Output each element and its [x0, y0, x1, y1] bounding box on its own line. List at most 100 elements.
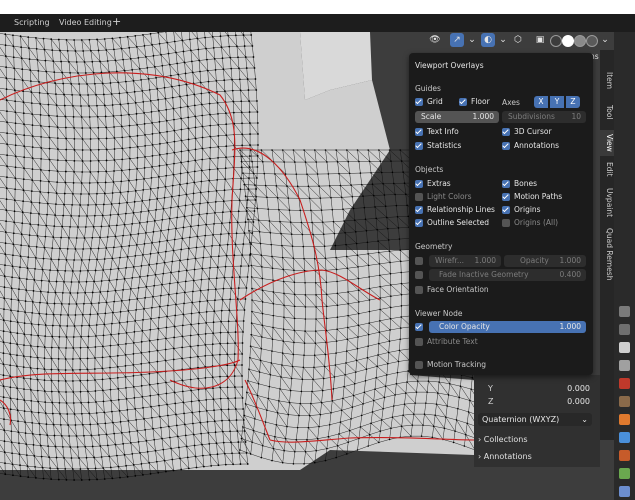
- objects-heading: Objects: [415, 165, 444, 174]
- tab-uvpaint[interactable]: Uvpaint: [600, 184, 614, 222]
- tab-edit[interactable]: Edit: [600, 158, 614, 180]
- origins-all-checkbox[interactable]: Origins (All): [502, 217, 558, 229]
- chevron-down-icon: ⌄: [581, 415, 588, 424]
- rendered-shading-icon[interactable]: [586, 35, 598, 47]
- object-properties-icon[interactable]: [619, 414, 630, 425]
- chevron-down-icon[interactable]: ⌄: [465, 33, 479, 47]
- view-layer-properties-icon[interactable]: [619, 360, 630, 371]
- subdivisions-value: 10: [571, 112, 581, 121]
- fade-inactive-label: Fade Inactive Geometry: [439, 270, 529, 279]
- add-workspace-button[interactable]: +: [112, 15, 121, 29]
- scene-properties-icon[interactable]: [619, 378, 630, 389]
- grid-checkbox[interactable]: Grid: [415, 96, 443, 108]
- properties-tab-strip: [614, 32, 635, 500]
- modifier-properties-icon[interactable]: [619, 432, 630, 443]
- rotation-y-row[interactable]: Y 0.000: [480, 383, 594, 395]
- annotations-overlay-label: Annotations: [514, 141, 560, 150]
- light-colors-checkbox[interactable]: Light Colors: [415, 191, 472, 203]
- text-info-checkbox[interactable]: Text Info: [415, 126, 459, 138]
- attribute-text-label: Attribute Text: [427, 337, 478, 346]
- viewport-overlays-popover: Viewport Overlays Guides Grid Floor Axes…: [409, 53, 593, 375]
- tab-quad-remesh[interactable]: Quad Remesh: [600, 226, 614, 282]
- rotation-mode-select[interactable]: Quaternion (WXYZ) ⌄: [478, 413, 592, 426]
- annotations-checkbox[interactable]: Annotations: [502, 140, 559, 152]
- color-opacity-checkbox[interactable]: [415, 321, 427, 333]
- material-properties-icon[interactable]: [619, 486, 630, 497]
- tab-tool[interactable]: Tool: [600, 100, 614, 124]
- gizmo-toggle-icon[interactable]: ↗: [450, 33, 464, 47]
- fade-inactive-checkbox[interactable]: [415, 269, 427, 281]
- tab-view[interactable]: View: [600, 130, 614, 156]
- overlays-toggle-icon[interactable]: ◐: [481, 33, 495, 47]
- outline-selected-label: Outline Selected: [427, 218, 490, 227]
- axis-z-toggle[interactable]: Z: [566, 96, 580, 108]
- motion-paths-label: Motion Paths: [514, 192, 563, 201]
- tab-video-editing[interactable]: Video Editing: [53, 16, 118, 30]
- axes-label: Axes: [502, 98, 520, 107]
- workspace-tab-bar: Scripting Video Editing +: [0, 14, 635, 32]
- tab-item[interactable]: Item: [600, 68, 614, 94]
- face-orientation-checkbox[interactable]: Face Orientation: [415, 284, 489, 296]
- z-label: Z: [488, 397, 494, 406]
- data-properties-icon[interactable]: [619, 468, 630, 479]
- relationship-lines-checkbox[interactable]: Relationship Lines: [415, 204, 495, 216]
- axis-y-toggle[interactable]: Y: [550, 96, 564, 108]
- material-preview-shading-icon[interactable]: [574, 35, 586, 47]
- extras-checkbox[interactable]: Extras: [415, 178, 451, 190]
- origins-checkbox[interactable]: Origins: [502, 204, 541, 216]
- motion-tracking-label: Motion Tracking: [427, 360, 487, 369]
- rotation-z-row[interactable]: Z 0.000: [480, 396, 594, 408]
- fade-inactive-value: 0.400: [559, 270, 581, 279]
- mesh-edit-overlays-icon[interactable]: ⬡: [511, 33, 525, 47]
- motion-tracking-checkbox[interactable]: Motion Tracking: [415, 359, 486, 371]
- floor-checkbox[interactable]: Floor: [459, 96, 490, 108]
- guides-heading: Guides: [415, 84, 441, 93]
- outline-selected-checkbox[interactable]: Outline Selected: [415, 217, 489, 229]
- axis-x-toggle[interactable]: X: [534, 96, 548, 108]
- color-opacity-field[interactable]: Color Opacity 1.000: [429, 321, 586, 333]
- wireframe-threshold-field[interactable]: Wirefr... 1.000: [429, 255, 501, 267]
- wireframe-checkbox[interactable]: [415, 255, 427, 267]
- physics-properties-icon[interactable]: [619, 450, 630, 461]
- annotations-panel-header[interactable]: › Annotations: [478, 450, 532, 464]
- grid-subdivisions-field[interactable]: Subdivisions 10: [502, 111, 586, 123]
- 3d-cursor-label: 3D Cursor: [514, 127, 552, 136]
- wireframe-label: Wirefr...: [435, 256, 465, 265]
- tab-scripting[interactable]: Scripting: [8, 16, 56, 30]
- scale-label: Scale: [421, 112, 442, 121]
- wireframe-value: 1.000: [474, 256, 496, 265]
- wireframe-opacity-field[interactable]: Opacity 1.000: [504, 255, 586, 267]
- relationship-lines-label: Relationship Lines: [427, 205, 495, 214]
- grid-scale-field[interactable]: Scale 1.000: [415, 111, 499, 123]
- world-properties-icon[interactable]: [619, 396, 630, 407]
- bones-checkbox[interactable]: Bones: [502, 178, 537, 190]
- motion-paths-checkbox[interactable]: Motion Paths: [502, 191, 562, 203]
- shading-options-icon[interactable]: ⌄: [598, 33, 612, 47]
- solid-shading-icon[interactable]: [562, 35, 574, 47]
- color-opacity-value: 1.000: [559, 322, 581, 331]
- xray-toggle-icon[interactable]: ▣: [533, 33, 547, 47]
- opacity-value: 1.000: [559, 256, 581, 265]
- statistics-checkbox[interactable]: Statistics: [415, 140, 461, 152]
- color-opacity-label: Color Opacity: [439, 322, 490, 331]
- render-properties-icon[interactable]: [619, 324, 630, 335]
- 3d-cursor-checkbox[interactable]: 3D Cursor: [502, 126, 552, 138]
- collections-panel-header[interactable]: › Collections: [478, 433, 528, 447]
- collections-label: Collections: [483, 435, 528, 444]
- text-info-label: Text Info: [427, 127, 459, 136]
- z-value: 0.000: [567, 397, 590, 406]
- output-properties-icon[interactable]: [619, 342, 630, 353]
- sidebar-tabs: Item Tool View Edit Uvpaint Quad Remesh: [600, 50, 614, 440]
- bones-label: Bones: [514, 179, 538, 188]
- scale-value: 1.000: [472, 112, 494, 121]
- y-value: 0.000: [567, 384, 590, 393]
- tool-properties-icon[interactable]: [619, 306, 630, 317]
- wireframe-shading-icon[interactable]: [550, 35, 562, 47]
- attribute-text-checkbox[interactable]: Attribute Text: [415, 336, 478, 348]
- overlays-dropdown-icon[interactable]: ⌄: [496, 33, 510, 47]
- fade-inactive-geometry-field[interactable]: Fade Inactive Geometry 0.400: [429, 269, 586, 281]
- extras-label: Extras: [427, 179, 451, 188]
- view-object-types-icon[interactable]: 👁: [428, 33, 442, 47]
- origins-all-label: Origins (All): [514, 218, 559, 227]
- n-panel-transform: Y 0.000 Z 0.000 Quaternion (WXYZ) ⌄ › Co…: [474, 375, 600, 467]
